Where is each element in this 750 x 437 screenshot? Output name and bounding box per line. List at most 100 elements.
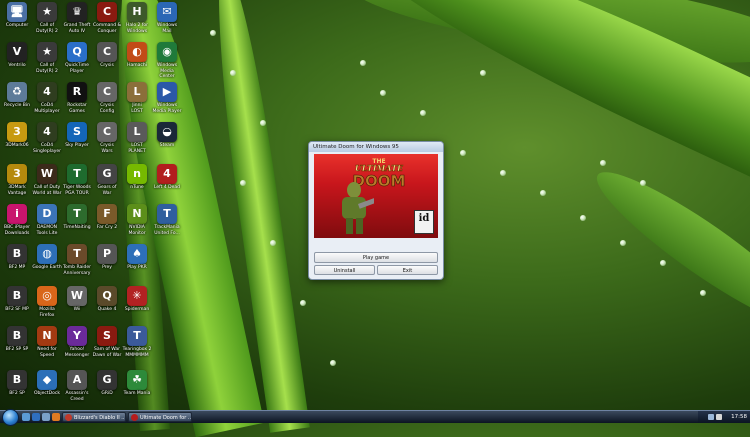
play-game-button[interactable]: Play game [314,252,438,263]
desktop-icon-label: Windows Media Player [152,103,182,114]
desktop-icon[interactable]: B BF2 SP [2,370,32,397]
internet-explorer-icon[interactable] [32,413,40,421]
desktop-icon[interactable]: ◒ Steam [152,122,182,149]
desktop-icon[interactable]: 4 CoD4 Singleplayer [32,122,62,154]
desktop-icon[interactable]: T TimeNaiting [62,204,92,231]
window-title[interactable]: Ultimate Doom for Windows 95 [309,142,443,152]
start-button-icon[interactable] [2,409,19,426]
show-desktop-icon[interactable] [22,413,30,421]
desktop-icon[interactable]: 3 3DMark06 [2,122,32,149]
taskbar-button-label: Ultimate Doom for ... [140,415,192,421]
app-icon: n [127,164,147,184]
water-drop [540,190,546,196]
desktop-icon[interactable]: ♻ Recycle Bin [2,82,32,109]
network-icon[interactable] [708,414,714,420]
system-tray: 17:58 [698,411,750,423]
uninstall-button[interactable]: Uninstall [314,265,375,275]
app-icon: T [157,204,177,224]
desktop-icon[interactable]: B BF2 MP [2,244,32,271]
firefox-quicklaunch-icon[interactable] [52,413,60,421]
desktop-icon[interactable]: R Rockstar Games [62,82,92,114]
desktop-icon[interactable]: Y Yahoo! Messenger [62,326,92,358]
app-icon: B [7,326,27,346]
desktop-icon[interactable]: ✳ Spiderman [122,286,152,313]
desktop-icon-label: Team Mania [123,391,151,396]
desktop-icon[interactable]: T TrackMania United Fo... [152,204,182,236]
water-drop [600,160,606,166]
doom-launcher-window[interactable]: Ultimate Doom for Windows 95 THE ULTIMAT… [308,141,444,280]
desktop-icon[interactable]: C Crysis Config [92,82,122,114]
desktop-icon[interactable]: G Gears of War [92,164,122,196]
desktop-icon[interactable]: C Crysis Wars [92,122,122,154]
desktop-icon[interactable]: S Sky Player [62,122,92,149]
app-icon: T [127,326,147,346]
water-drop [460,150,466,156]
desktop-icon[interactable]: F Far Cry 2 [92,204,122,231]
desktop-icon[interactable]: C Command & Conquer [92,2,122,34]
desktop-icon[interactable]: G GRiD [92,370,122,397]
app-icon: W [37,164,57,184]
volume-icon[interactable] [716,414,722,420]
desktop-icon-area: 🖥 Computer ★ Call of Duty(R) 2 ♛ Grand Theft … [0,0,182,410]
clock[interactable]: 17:58 [731,411,747,423]
desktop-icon[interactable]: n nTune [122,164,152,191]
taskbar-button[interactable]: Ultimate Doom for ... [128,412,192,422]
water-drop [260,120,266,126]
desktop-icon[interactable]: Q QuickTime Player [62,42,92,74]
desktop-icon[interactable]: W Call of Duty World at War [32,164,62,196]
desktop-icon[interactable]: A Assassin's Creed [62,370,92,402]
desktop-icon[interactable]: T Tearingbox 2 MMMMMM [122,326,152,358]
water-drop [300,300,306,306]
desktop-icon-label: Assassin's Creed [65,391,89,402]
desktop-icon-label: Tomb Raider Anniversary [63,265,91,276]
desktop-icon[interactable]: ♠ Play PKR [122,244,152,271]
desktop-icon[interactable]: ☘ Team Mania [122,370,152,397]
water-drop [210,30,216,36]
desktop-icon[interactable]: 🖥 Computer [2,2,32,29]
desktop-icon[interactable]: V Ventrilo [2,42,32,69]
app-icon: C [97,122,117,142]
desktop-icon[interactable]: H Halo 2 for Windows [122,2,152,34]
desktop-icon[interactable]: T Tiger Woods PGA TOUR [62,164,92,196]
desktop-icon[interactable]: D DAEMON Tools Lite [32,204,62,236]
desktop-icon[interactable]: B BF2 SF MP [2,286,32,313]
desktop-icon[interactable]: P Prey [92,244,122,271]
desktop-icon-label: Rockstar Games [67,103,87,114]
exit-button[interactable]: Exit [377,265,438,275]
desktop-icon[interactable]: ★ Call of Duty(R) 2 [32,2,62,34]
desktop-icon[interactable]: S Sam of War Dawn of War [92,326,122,358]
desktop-icon[interactable]: ◉ Windows Media Center [152,42,182,80]
desktop-icon[interactable]: L LOST PLANET [122,122,152,154]
desktop-icon[interactable]: N Need for Speed [32,326,62,358]
desktop-icon[interactable]: N NVIDIA Monitor [122,204,152,236]
app-icon: ♛ [67,2,87,22]
desktop-icon-label: ObjectDock [34,391,60,396]
desktop-icon[interactable]: ◍ Google Earth [32,244,62,271]
app-icon: N [37,326,57,346]
desktop-icon[interactable]: i BBC iPlayer Downloads [2,204,32,236]
desktop-icon[interactable]: 3 3DMark Vantage [2,164,32,196]
desktop-icon[interactable]: 4 CoD4 Multiplayer [32,82,62,114]
desktop-icon-label: TrackMania United Fo... [154,225,180,236]
desktop-icon[interactable]: B BF2 SP SP [2,326,32,353]
desktop-icon-label: Grand Theft Auto IV [63,23,91,34]
desktop-icon[interactable]: ◐ Hamachi [122,42,152,69]
desktop-icon[interactable]: ▶ Windows Media Player [152,82,182,114]
desktop-icon[interactable]: T Tomb Raider Anniversary [62,244,92,276]
desktop-icon[interactable]: Q Quake 4 [92,286,122,313]
desktop-icon[interactable]: C Crysis [92,42,122,69]
app-icon: B [7,370,27,390]
desktop-icon[interactable]: ✉ Windows Mail [152,2,182,34]
water-drop [580,215,586,221]
desktop-icon[interactable]: W Wii [62,286,92,313]
desktop-icon[interactable]: 4 Left 4 Dead [152,164,182,191]
desktop-icon[interactable]: ◎ Mozilla Firefox [32,286,62,318]
desktop-icon[interactable]: L Jinni LOST [122,82,152,114]
app-icon: V [7,42,27,62]
desktop-icon[interactable]: ♛ Grand Theft Auto IV [62,2,92,34]
water-drop [620,240,626,246]
desktop-icon[interactable]: ★ Call of Duty(R) 2 [32,42,62,74]
taskbar-button[interactable]: Blizzard's Diablo II ... [62,412,126,422]
desktop-icon[interactable]: ◆ ObjectDock [32,370,62,397]
switch-windows-icon[interactable] [42,413,50,421]
